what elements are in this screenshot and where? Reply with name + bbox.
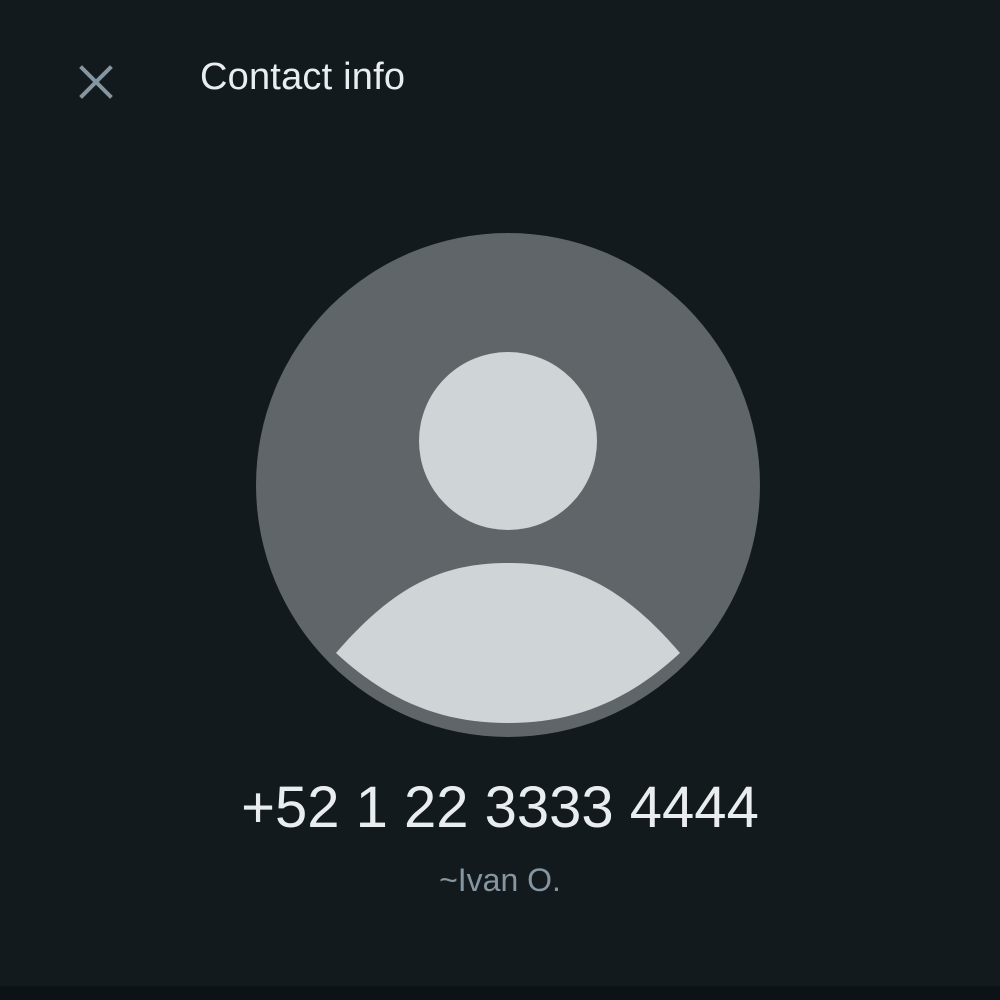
default-user-avatar-icon [256, 233, 760, 737]
contact-push-name: ~Ivan O. [439, 862, 561, 898]
close-button[interactable] [68, 54, 124, 110]
contact-info-header: Contact info [0, 0, 1000, 160]
contact-info-panel: Contact info +52 1 22 3333 4444 ~Ivan O. [0, 0, 1000, 1000]
contact-phone-number: +52 1 22 3333 4444 [241, 775, 759, 840]
bottom-divider [0, 986, 1000, 1000]
avatar[interactable] [256, 233, 760, 737]
close-icon [79, 65, 113, 99]
page-title: Contact info [200, 56, 406, 98]
